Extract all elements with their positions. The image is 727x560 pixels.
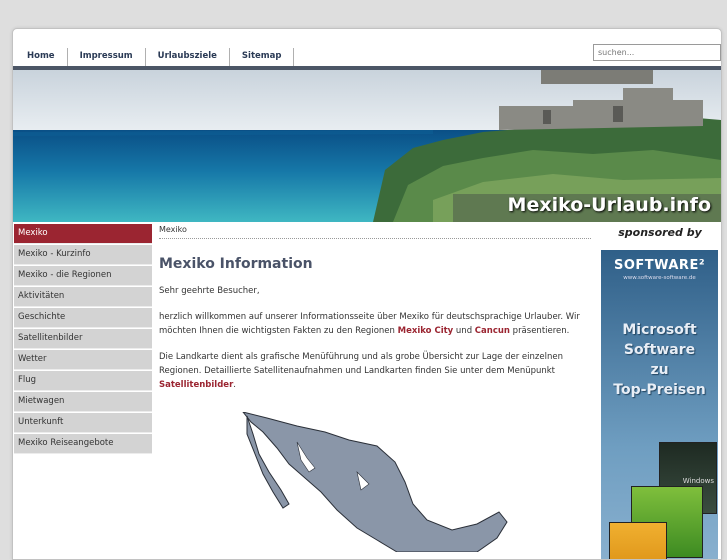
sidebar-item-mexiko[interactable]: Mexiko [14, 224, 152, 244]
ad-headline: Microsoft Software zu Top-Preisen [601, 320, 718, 400]
mexico-map[interactable] [237, 412, 512, 552]
sidebar-item-regionen[interactable]: Mexiko - die Regionen [14, 266, 152, 286]
link-mexiko-city[interactable]: Mexiko City [398, 326, 454, 336]
sidebar-item-reiseangebote[interactable]: Mexiko Reiseangebote [14, 434, 152, 454]
sidebar: Mexiko Mexiko - Kurzinfo Mexiko - die Re… [14, 224, 152, 455]
sponsored-by-label: sponsored by [618, 226, 702, 239]
ad-line-4: Top-Preisen [613, 382, 706, 398]
site-title: Mexiko-Urlaub.info [507, 194, 711, 216]
main-content: Mexiko Mexiko Information Sehr geehrte B… [159, 224, 591, 552]
map-text-end: . [233, 380, 236, 390]
sponsor-column: sponsored by SOFTWARE² www.software-soft… [601, 224, 719, 559]
map-paragraph: Die Landkarte dient als grafische Menüfü… [159, 350, 591, 392]
intro-text-mid: und [453, 326, 475, 336]
page-frame: Home Impressum Urlaubsziele Sitemap such… [12, 28, 722, 560]
sidebar-item-wetter[interactable]: Wetter [14, 350, 152, 370]
sidebar-item-aktivitaeten[interactable]: Aktivitäten [14, 287, 152, 307]
map-text-start: Die Landkarte dient als grafische Menüfü… [159, 352, 563, 376]
nav-sitemap[interactable]: Sitemap [230, 48, 295, 66]
sidebar-item-geschichte[interactable]: Geschichte [14, 308, 152, 328]
software-box-office [609, 522, 667, 559]
link-cancun[interactable]: Cancun [475, 326, 510, 336]
intro-paragraph: herzlich willkommen auf unserer Informat… [159, 310, 591, 338]
link-satellitenbilder[interactable]: Satellitenbilder [159, 380, 233, 390]
header-banner: Mexiko-Urlaub.info [13, 70, 721, 222]
nav-home[interactable]: Home [15, 48, 68, 66]
sidebar-item-unterkunft[interactable]: Unterkunft [14, 413, 152, 433]
sidebar-item-flug[interactable]: Flug [14, 371, 152, 391]
sidebar-item-satellitenbilder[interactable]: Satellitenbilder [14, 329, 152, 349]
ad-line-1: Microsoft [622, 322, 697, 338]
ad-line-2: Software [623, 342, 696, 358]
software-url: www.software-software.de [623, 275, 696, 281]
sidebar-item-mietwagen[interactable]: Mietwagen [14, 392, 152, 412]
nav-urlaubsziele[interactable]: Urlaubsziele [146, 48, 230, 66]
search-input[interactable] [593, 44, 721, 61]
sponsor-banner-ad[interactable]: SOFTWARE² www.software-software.de Micro… [601, 250, 718, 559]
windows-box-label: Windows [682, 477, 714, 485]
top-navigation: Home Impressum Urlaubsziele Sitemap [15, 48, 295, 66]
ad-line-3: zu [650, 362, 669, 378]
breadcrumb: Mexiko [159, 224, 591, 239]
software-logo: SOFTWARE² [613, 258, 706, 273]
sidebar-item-kurzinfo[interactable]: Mexiko - Kurzinfo [14, 245, 152, 265]
nav-impressum[interactable]: Impressum [68, 48, 146, 66]
intro-text-end: präsentieren. [509, 326, 570, 336]
greeting-text: Sehr geehrte Besucher, [159, 286, 260, 296]
page-title: Mexiko Information [159, 256, 313, 272]
